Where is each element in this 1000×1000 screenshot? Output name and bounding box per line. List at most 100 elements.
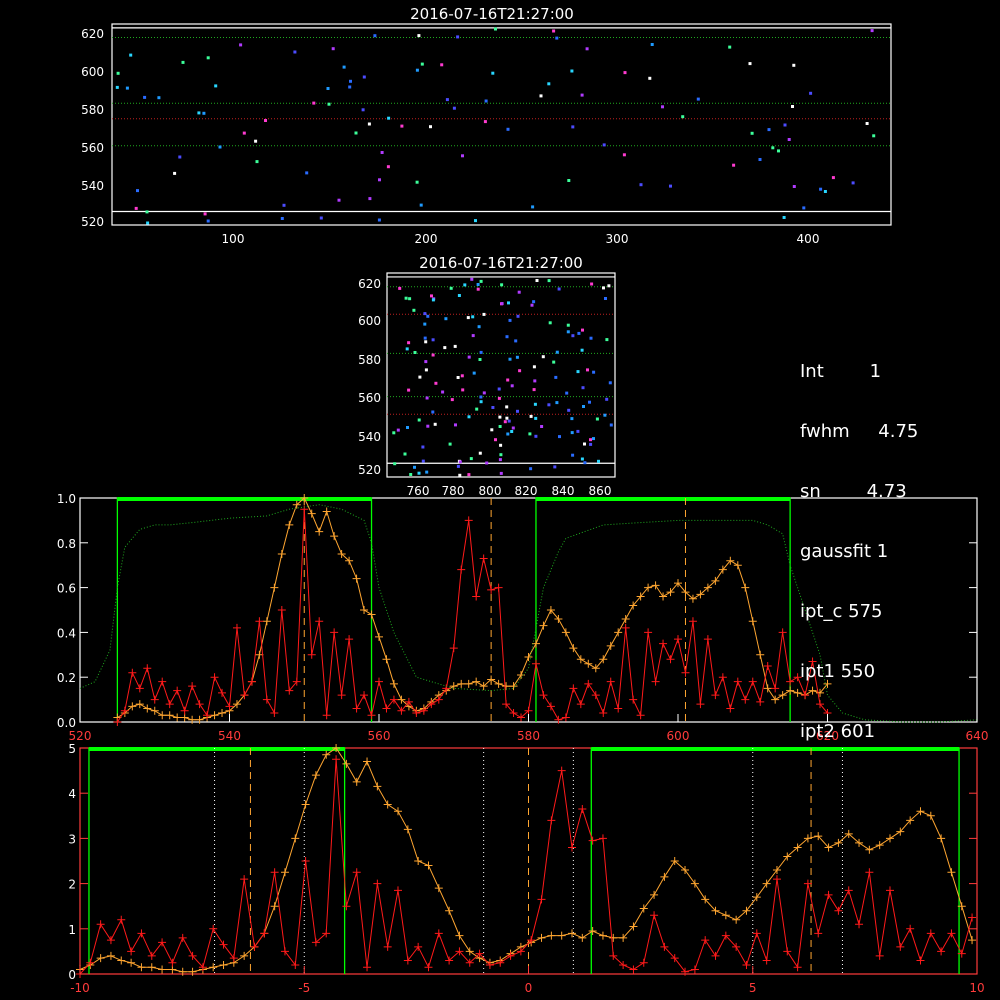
image-pixel	[479, 350, 483, 354]
image-pixel	[479, 400, 483, 404]
orange-data-point	[748, 617, 757, 626]
red-data-point	[688, 617, 697, 626]
image-pixel	[530, 303, 534, 307]
red-data-point	[546, 702, 555, 711]
red-data-point	[210, 673, 219, 682]
info-label: ipt2	[800, 721, 835, 742]
orange-data-point	[219, 960, 228, 969]
top-xtick: 100	[222, 232, 245, 246]
image-pixel	[475, 407, 479, 411]
image-pixel	[508, 357, 512, 361]
orange-data-point	[383, 800, 392, 809]
red-data-point	[383, 942, 392, 951]
orange-data-point	[651, 581, 660, 590]
orange-data-point	[752, 893, 761, 902]
orange-data-point	[614, 628, 623, 637]
red-data-point	[968, 913, 977, 922]
image-pixel	[570, 417, 574, 421]
orange-data-point	[537, 933, 546, 942]
image-pixel	[413, 351, 417, 354]
image-pixel	[348, 85, 352, 89]
red-data-point	[741, 695, 750, 704]
image-pixel	[145, 210, 149, 214]
image-pixel	[405, 347, 409, 351]
image-pixel	[479, 395, 483, 399]
orange-data-point	[270, 902, 279, 911]
image-pixel	[507, 419, 511, 423]
x-tick-label: 540	[218, 729, 241, 743]
middle-panel-x-axis: 760 780 800 820 840 860	[407, 484, 612, 498]
info-label: gaussfit	[800, 541, 872, 562]
red-data-point	[763, 662, 772, 670]
image-pixel	[206, 56, 210, 60]
image-pixel	[580, 93, 584, 97]
image-pixel	[580, 348, 584, 352]
mid-xtick: 860	[589, 484, 612, 498]
image-pixel	[547, 279, 551, 283]
orange-data-point	[472, 677, 481, 686]
red-data-point	[547, 816, 556, 825]
image-pixel	[456, 376, 460, 379]
orange-data-point	[363, 757, 372, 766]
orange-data-point	[576, 655, 585, 664]
image-pixel	[408, 297, 412, 301]
orange-data-point	[609, 933, 618, 942]
image-pixel	[421, 459, 425, 463]
red-data-point	[690, 965, 699, 974]
orange-data-point	[547, 931, 556, 940]
image-pixel	[535, 279, 539, 282]
red-data-point	[651, 677, 660, 686]
red-data-point	[360, 691, 369, 700]
image-pixel	[567, 408, 571, 412]
mid-xtick: 760	[407, 484, 430, 498]
orange-data-point	[158, 965, 167, 974]
image-pixel	[431, 298, 435, 302]
info-row-ipt-c: ipt_c 575	[800, 602, 918, 622]
image-pixel	[585, 47, 589, 51]
image-pixel	[532, 365, 536, 369]
red-data-point	[539, 691, 548, 700]
image-pixel	[777, 149, 780, 153]
image-pixel	[424, 340, 428, 344]
red-data-point	[696, 700, 705, 709]
red-data-point	[786, 677, 795, 686]
mid-ytick: 600	[358, 314, 381, 328]
orange-data-point	[311, 771, 320, 780]
orange-data-point	[135, 700, 144, 709]
image-pixel	[143, 95, 147, 99]
red-data-point	[375, 677, 383, 686]
top-ytick: 620	[81, 27, 104, 41]
y-tick-label: 5	[68, 742, 76, 756]
red-data-point	[906, 924, 915, 933]
image-pixel	[312, 101, 316, 105]
image-pixel	[423, 336, 427, 340]
red-data-point	[218, 688, 227, 697]
image-pixel	[456, 464, 460, 468]
red-series-line	[116, 509, 828, 723]
image-pixel	[426, 314, 430, 318]
image-pixel	[511, 426, 515, 430]
x-tick-label: -10	[70, 981, 90, 995]
mid-xtick: 840	[552, 484, 575, 498]
orange-data-point	[382, 655, 391, 664]
image-pixel	[342, 65, 346, 69]
image-pixel	[136, 189, 139, 193]
image-pixel	[500, 283, 504, 287]
image-pixel	[470, 277, 474, 281]
image-pixel	[748, 62, 752, 66]
image-pixel	[327, 102, 331, 106]
orange-data-point	[434, 884, 443, 893]
info-value: 575	[848, 601, 883, 622]
red-data-point	[135, 684, 144, 693]
image-pixel	[406, 426, 409, 429]
info-label: Int	[800, 361, 824, 382]
x-tick-label: 580	[517, 729, 540, 743]
image-pixel	[819, 187, 823, 191]
red-data-point	[247, 677, 256, 686]
image-pixel	[173, 171, 177, 175]
image-pixel	[429, 125, 432, 129]
red-data-point	[576, 700, 585, 709]
image-pixel	[115, 85, 119, 89]
image-pixel	[129, 53, 133, 57]
image-pixel	[450, 398, 454, 402]
